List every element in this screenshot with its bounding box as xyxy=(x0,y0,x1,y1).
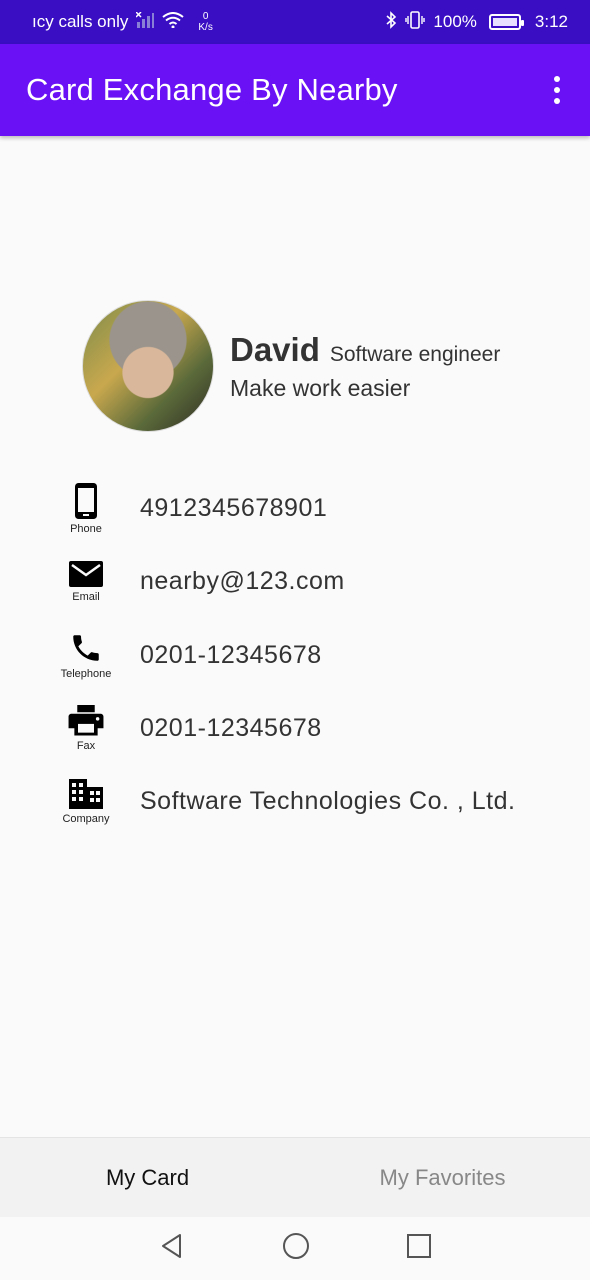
contact-label-fax: Fax xyxy=(76,740,96,753)
contact-label-company: Company xyxy=(62,813,110,826)
company-icon-box: Company xyxy=(52,778,120,825)
tab-my-card[interactable]: My Card xyxy=(0,1138,295,1217)
status-right: 100% 3:12 xyxy=(385,10,568,34)
telephone-icon xyxy=(73,634,99,661)
contact-row-fax: Fax 0201-12345678 xyxy=(52,692,572,765)
contact-row-email: Email nearby@123.com xyxy=(52,545,572,618)
email-icon xyxy=(69,561,103,588)
telephone-icon-box: Telephone xyxy=(52,631,120,680)
battery-percent: 100% xyxy=(433,12,477,31)
app-bar: Card Exchange By Nearby xyxy=(0,44,590,136)
avatar xyxy=(82,300,214,432)
battery-icon xyxy=(488,14,524,30)
speed-value: 0 xyxy=(202,11,209,22)
bluetooth-icon xyxy=(385,10,397,34)
app-title: Card Exchange By Nearby xyxy=(26,72,398,107)
contact-label-email: Email xyxy=(72,591,100,604)
wifi-icon xyxy=(162,11,184,33)
contact-row-telephone: Telephone 0201-12345678 xyxy=(52,619,572,692)
profile-name: David xyxy=(230,330,320,368)
clock: 3:12 xyxy=(534,12,568,31)
system-nav-bar xyxy=(0,1217,590,1280)
home-icon[interactable] xyxy=(281,1231,311,1266)
contact-list: Phone 4912345678901 Email nearby@123.com… xyxy=(52,472,572,838)
contact-label-phone: Phone xyxy=(70,523,102,536)
speed-unit: K/s xyxy=(198,22,213,33)
email-icon-box: Email xyxy=(52,560,120,603)
contact-label-telephone: Telephone xyxy=(60,667,112,680)
profile-card: David Software engineer Make work easier xyxy=(82,300,500,432)
tab-my-favorites[interactable]: My Favorites xyxy=(295,1138,590,1217)
profile-job-title: Software engineer xyxy=(329,342,501,366)
back-icon[interactable] xyxy=(158,1232,186,1265)
status-left: ıcy calls only 0 K/s xyxy=(32,10,213,33)
contact-value-company: Software Technologies Co. , Ltd. xyxy=(140,787,516,816)
contact-value-telephone: 0201-12345678 xyxy=(140,640,322,669)
network-speed: 0 K/s xyxy=(198,11,212,33)
signal-icon xyxy=(135,10,155,33)
more-options-icon[interactable] xyxy=(550,70,564,110)
contact-row-phone: Phone 4912345678901 xyxy=(52,472,572,545)
vibrate-icon xyxy=(405,10,426,34)
recents-icon[interactable] xyxy=(406,1233,432,1264)
fax-icon-box: Fax xyxy=(52,705,120,752)
profile-motto: Make work easier xyxy=(230,374,411,401)
profile-text: David Software engineer Make work easier xyxy=(230,331,500,402)
status-bar: ıcy calls only 0 K/s 100% 3:12 xyxy=(0,0,590,44)
contact-row-company: Company Software Technologies Co. , Ltd. xyxy=(52,765,572,838)
contact-value-email: nearby@123.com xyxy=(140,567,345,596)
name-line: David Software engineer xyxy=(230,331,500,369)
fax-icon xyxy=(68,705,104,736)
contact-value-fax: 0201-12345678 xyxy=(140,714,322,743)
bottom-tab-bar: My Card My Favorites xyxy=(0,1137,590,1217)
phone-icon xyxy=(75,483,97,520)
carrier-text: ıcy calls only xyxy=(32,12,129,31)
contact-value-phone: 4912345678901 xyxy=(140,494,328,523)
phone-icon-box: Phone xyxy=(52,482,120,535)
company-icon xyxy=(69,779,103,810)
